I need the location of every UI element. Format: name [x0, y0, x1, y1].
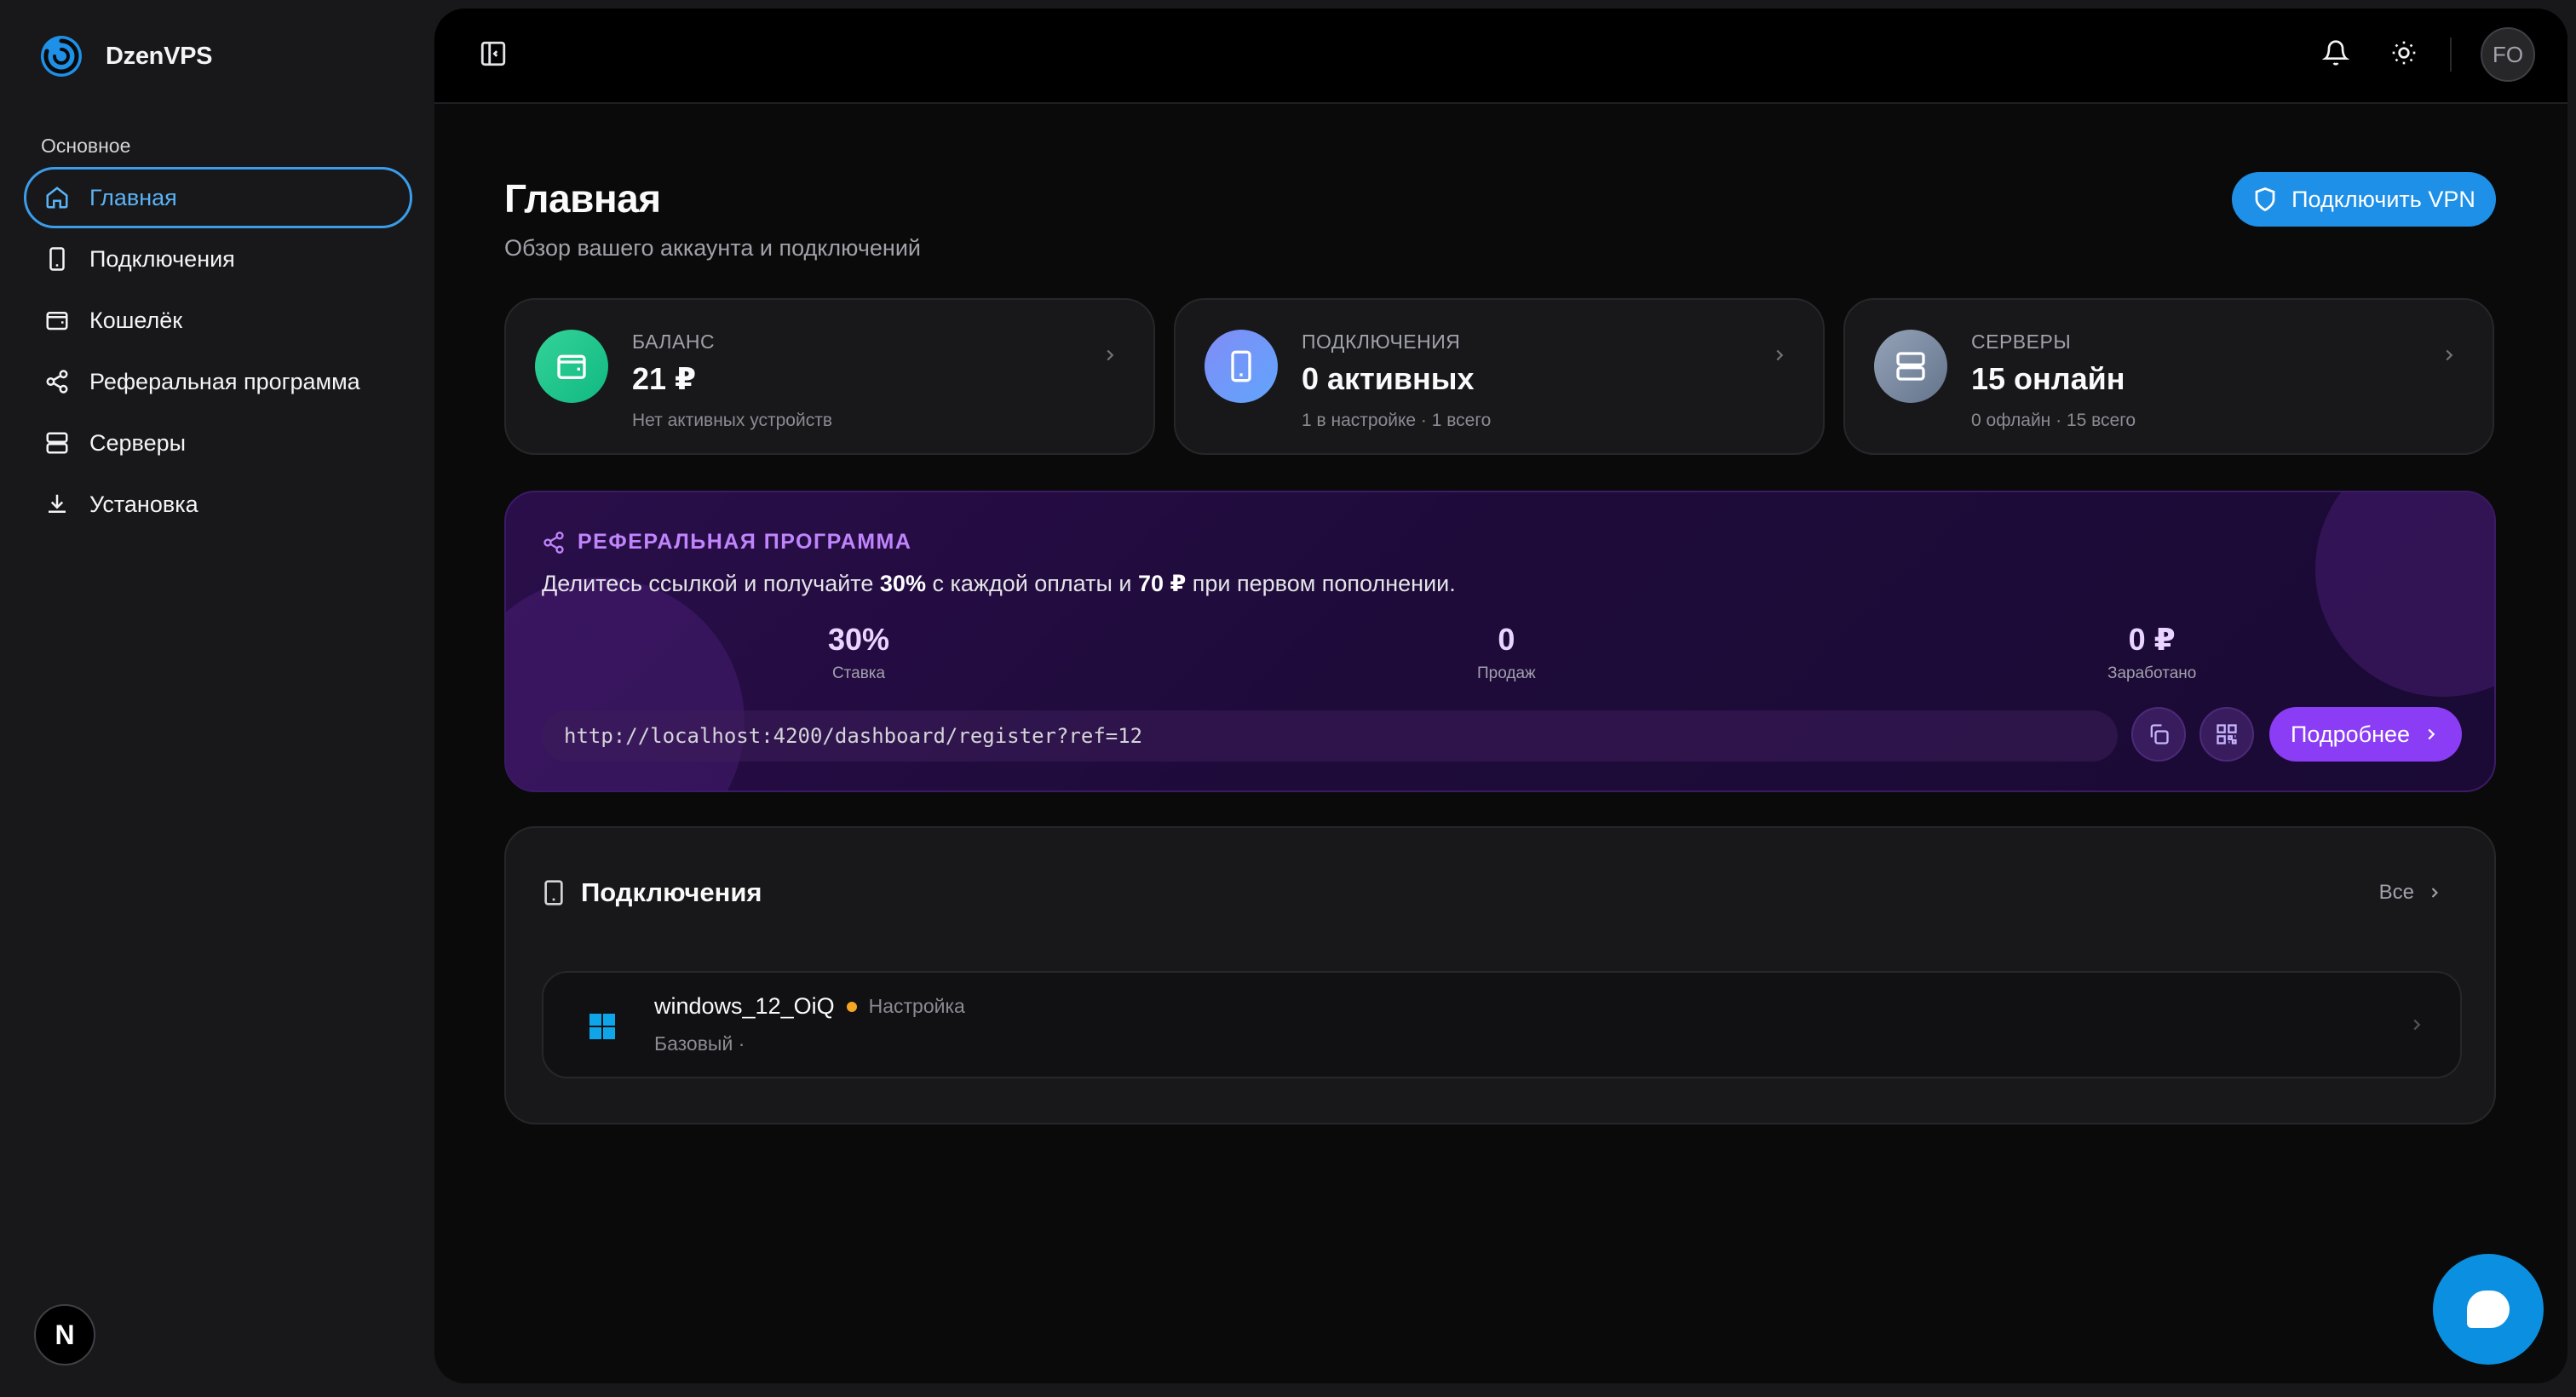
qr-code-button[interactable]: [2199, 707, 2254, 762]
device-icon: [1205, 330, 1278, 403]
topbar: FO: [434, 9, 2567, 104]
stat-label: ПОДКЛЮЧЕНИЯ: [1302, 331, 1461, 353]
referral-title: РЕФЕРАЛЬНАЯ ПРОГРАММА: [542, 530, 911, 555]
stat-card-servers[interactable]: СЕРВЕРЫ 15 онлайн 0 офлайн · 15 всего: [1843, 298, 2494, 455]
bell-icon[interactable]: [2321, 39, 2353, 70]
connect-vpn-button[interactable]: Подключить VPN: [2232, 172, 2496, 227]
copy-link-button[interactable]: [2131, 707, 2186, 762]
connection-row[interactable]: windows_12_OiQ Настройка Базовый ·: [542, 971, 2462, 1078]
sidebar-item-install[interactable]: Установка: [24, 474, 412, 535]
share-icon: [543, 531, 564, 554]
stat-value: 0 активных: [1302, 361, 1475, 396]
status-dot: [846, 1001, 857, 1012]
main-panel: FO Главная Обзор вашего аккаунта и подкл…: [434, 9, 2567, 1383]
chevron-right-icon: [1101, 346, 1121, 366]
device-icon: [544, 880, 563, 905]
sidebar-item-label: Серверы: [89, 429, 187, 456]
download-icon: [43, 491, 71, 518]
connect-vpn-label: Подключить VPN: [2291, 186, 2475, 212]
sidebar-item-referral[interactable]: Реферальная программа: [24, 351, 412, 412]
page-subtitle: Обзор вашего аккаунта и подключений: [504, 235, 921, 261]
stat-value: 15 онлайн: [1971, 361, 2125, 396]
connections-title: Подключения: [542, 877, 762, 908]
server-icon: [1874, 330, 1947, 403]
sidebar-item-label: Установка: [89, 491, 198, 517]
home-icon: [43, 184, 71, 211]
sidebar-item-label: Реферальная программа: [89, 368, 360, 394]
chevron-right-icon: [1770, 346, 1791, 366]
sidebar-item-servers[interactable]: Серверы: [24, 412, 412, 474]
stat-meta: 0 офлайн · 15 всего: [1971, 411, 2136, 430]
wallet-icon: [43, 307, 71, 334]
stat-card-connections[interactable]: ПОДКЛЮЧЕНИЯ 0 активных 1 в настройке · 1…: [1174, 298, 1825, 455]
brand-name: DzenVPS: [106, 42, 213, 70]
server-icon: [43, 429, 71, 457]
referral-more-button[interactable]: Подробнее: [2269, 707, 2462, 762]
sidebar: DzenVPS Основное Главная Подключения Кош…: [0, 0, 434, 1397]
nav-section-label: Основное: [41, 135, 131, 157]
connections-all-link[interactable]: Все: [2379, 881, 2443, 905]
chevron-right-icon: [2440, 346, 2460, 366]
shield-icon: [2255, 187, 2275, 212]
sidebar-item-home[interactable]: Главная: [24, 167, 412, 228]
referral-stat-rate: 30% Ставка: [828, 622, 890, 682]
sidebar-item-label: Подключения: [89, 245, 235, 272]
windows-icon: [589, 1014, 615, 1039]
avatar[interactable]: FO: [2481, 27, 2535, 82]
sidebar-nav: Главная Подключения Кошелёк Реферальная …: [24, 167, 412, 535]
chevron-right-icon: [2431, 888, 2438, 898]
connection-plan: Базовый ·: [654, 1032, 745, 1055]
brand[interactable]: DzenVPS: [37, 32, 213, 80]
referral-stat-sales: 0 Продаж: [1477, 622, 1536, 682]
stat-label: БАЛАНС: [632, 331, 716, 353]
decorative-glow: [2315, 492, 2494, 697]
connection-name: windows_12_OiQ Настройка: [654, 993, 965, 1019]
chevron-right-icon: [2407, 1015, 2426, 1038]
device-icon: [43, 245, 71, 273]
sidebar-toggle-icon[interactable]: [479, 39, 509, 70]
share-icon: [43, 368, 71, 395]
topbar-divider: [2450, 37, 2452, 72]
sidebar-item-wallet[interactable]: Кошелёк: [24, 290, 412, 351]
qr-code-icon: [2217, 724, 2237, 744]
stat-value: 21 ₽: [632, 361, 697, 396]
stat-card-balance[interactable]: БАЛАНС 21 ₽ Нет активных устройств: [504, 298, 1155, 455]
sidebar-item-label: Кошелёк: [89, 307, 183, 333]
dev-tools-badge[interactable]: N: [34, 1304, 95, 1365]
stat-label: СЕРВЕРЫ: [1971, 331, 2072, 353]
support-chat-button[interactable]: [2433, 1254, 2544, 1365]
sidebar-item-connections[interactable]: Подключения: [24, 228, 412, 290]
sidebar-item-label: Главная: [89, 184, 177, 210]
page-title: Главная: [504, 176, 661, 221]
stat-meta: 1 в настройке · 1 всего: [1302, 411, 1492, 430]
chat-icon: [2467, 1291, 2510, 1328]
referral-description: Делитесь ссылкой и получайте 30% с каждо…: [542, 571, 1456, 596]
wallet-icon: [535, 330, 608, 403]
copy-icon: [2150, 724, 2169, 744]
referral-stat-earned: 0 ₽ Заработано: [2107, 622, 2197, 682]
stat-meta: Нет активных устройств: [632, 411, 832, 430]
brand-logo-icon: [41, 36, 82, 77]
chevron-right-icon: [2428, 728, 2435, 740]
connections-card: Подключения Все windows_12_OiQ Настройка…: [504, 826, 2496, 1124]
connection-status: Настройка: [868, 995, 965, 1017]
sun-icon[interactable]: [2390, 39, 2421, 70]
referral-link-field[interactable]: http://localhost:4200/dashboard/register…: [542, 710, 2118, 762]
referral-card: РЕФЕРАЛЬНАЯ ПРОГРАММА Делитесь ссылкой и…: [504, 491, 2496, 792]
